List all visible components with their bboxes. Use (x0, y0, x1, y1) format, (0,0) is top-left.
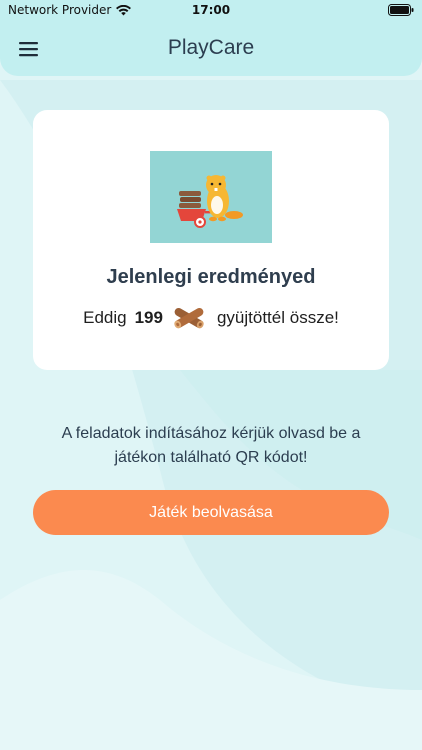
status-time: 17:00 (191, 3, 231, 17)
battery-group (388, 4, 414, 19)
score-count: 199 (134, 308, 163, 327)
score-title: Jelenlegi eredményed (106, 266, 316, 288)
score-summary: Eddig 199 gyüjtöttél össze! (33, 304, 389, 332)
scan-game-button[interactable]: Játék beolvasása (33, 490, 389, 535)
logs-icon (174, 308, 204, 329)
beaver-wheelbarrow-image (150, 151, 272, 243)
beaver-illustration (150, 151, 272, 243)
score-suffix: gyüjtöttél össze! (216, 308, 339, 327)
status-bar: Network Provider 17:00 (0, 0, 422, 22)
app-title: PlayCare (167, 36, 255, 59)
battery-icon (388, 4, 414, 16)
scan-instruction: A feladatok indításához kérjük olvasd be… (61, 425, 361, 466)
score-card: Jelenlegi eredményed Eddig 199 gyüjtötté… (33, 110, 389, 370)
score-prefix: Eddig (83, 308, 127, 327)
